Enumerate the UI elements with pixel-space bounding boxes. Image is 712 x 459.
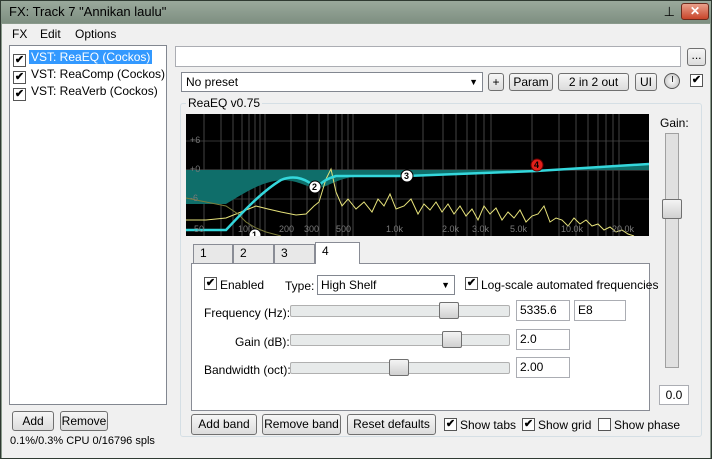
freq-label: 20.0k (612, 224, 635, 234)
bandwidth-field[interactable]: 2.00 (516, 357, 570, 378)
enabled-checkbox[interactable]: ✔ (204, 277, 217, 290)
frequency-slider-thumb[interactable] (439, 302, 459, 319)
type-label: Type: (285, 279, 315, 293)
add-fx-button[interactable]: Add (12, 411, 54, 431)
band-gain-slider-thumb[interactable] (442, 331, 462, 348)
bypass-checkbox[interactable]: ✔ (690, 74, 703, 87)
freq-label: 2.0k (442, 224, 460, 234)
add-preset-button[interactable]: + (488, 73, 504, 91)
show-grid-checkbox[interactable]: ✔ (522, 418, 535, 431)
freq-label: 50 (194, 224, 204, 234)
client-area: ✔ VST: ReaEQ (Cockos) ✔ VST: ReaComp (Cock… (2, 43, 710, 458)
tab-band-4[interactable]: 4 (315, 242, 360, 264)
menu-bar: FX Edit Options (2, 24, 710, 43)
freq-label: 3.0k (472, 224, 490, 234)
remove-fx-button[interactable]: Remove (60, 411, 108, 431)
title-bar[interactable]: FX: Track 7 "Annikan laulu" ⊥ ✕ (1, 1, 711, 23)
preset-value: No preset (186, 75, 239, 89)
show-grid-label: Show grid (538, 418, 592, 432)
eq-graph[interactable]: +6 +0 -6 50 100 200 300 500 1.0k 2.0k 3.… (186, 114, 649, 236)
fx-item-reaeq[interactable]: ✔ VST: ReaEQ (Cockos) (13, 49, 153, 67)
db-label: +6 (190, 135, 200, 145)
freq-label: 200 (279, 224, 294, 234)
menu-options[interactable]: Options (75, 27, 116, 41)
logscale-label: Log-scale automated frequencies (481, 278, 659, 292)
menu-edit[interactable]: Edit (40, 27, 61, 41)
band-marker-1[interactable]: 1 (248, 228, 262, 236)
pin-icon[interactable]: ⊥ (664, 4, 675, 20)
io-routing-button[interactable]: 2 in 2 out (558, 73, 629, 91)
remove-band-button[interactable]: Remove band (262, 414, 341, 435)
bandwidth-label: Bandwidth (oct): (204, 363, 291, 377)
chevron-down-icon: ▼ (469, 77, 478, 87)
gain-db-label: Gain (dB): (235, 335, 290, 349)
filter-type-dropdown[interactable]: High Shelf ▼ (317, 275, 455, 295)
band-marker-2[interactable]: 2 (308, 180, 322, 194)
gain-slider-thumb[interactable] (662, 199, 682, 219)
freq-label: 10.0k (561, 224, 584, 234)
frequency-label: Frequency (Hz): (204, 306, 291, 320)
close-button[interactable]: ✕ (681, 3, 709, 20)
fx-item-label: VST: ReaVerb (Cockos) (31, 84, 158, 98)
plugin-name: ReaEQ v0.75 (186, 96, 263, 110)
band-marker-label: 3 (404, 171, 409, 181)
show-phase-label: Show phase (614, 418, 681, 432)
show-tabs-label: Show tabs (460, 418, 517, 432)
fx-chain-list[interactable]: ✔ VST: ReaEQ (Cockos) ✔ VST: ReaComp (Cock… (9, 45, 167, 405)
fx-window: FX: Track 7 "Annikan laulu" ⊥ ✕ FX Edit … (0, 0, 712, 459)
param-button[interactable]: Param (509, 73, 553, 91)
band-marker-3[interactable]: 3 (400, 169, 414, 183)
db-label: -6 (190, 193, 198, 203)
tab-band-2[interactable]: 2 (233, 244, 274, 263)
band-marker-4[interactable]: 4 (530, 158, 544, 172)
fx-item-label: VST: ReaEQ (Cockos) (29, 50, 153, 64)
add-band-button[interactable]: Add band (191, 414, 257, 435)
logscale-checkbox[interactable]: ✔ (465, 277, 478, 290)
gain-slider[interactable] (665, 133, 679, 368)
frequency-slider[interactable] (290, 305, 510, 317)
band-marker-label: 2 (312, 182, 317, 192)
tab-band-1[interactable]: 1 (193, 244, 233, 263)
fx-enable-checkbox[interactable]: ✔ (13, 88, 26, 101)
ui-button[interactable]: UI (635, 73, 657, 91)
browse-button[interactable]: ... (687, 48, 706, 66)
band-gain-slider[interactable] (290, 334, 510, 346)
gain-value-field[interactable]: 0.0 (659, 385, 689, 405)
db-label: +0 (190, 164, 200, 174)
band-gain-field[interactable]: 2.0 (516, 329, 570, 350)
chevron-down-icon: ▼ (441, 280, 450, 290)
freq-label: 500 (336, 224, 351, 234)
freq-label: 1.0k (386, 224, 404, 234)
freq-label: 300 (304, 224, 319, 234)
tab-band-3[interactable]: 3 (274, 244, 315, 263)
enabled-label: Enabled (220, 278, 265, 292)
plugin-path-field[interactable] (175, 46, 681, 67)
fx-item-reacomp[interactable]: ✔ VST: ReaComp (Cockos) (13, 66, 167, 84)
window-title: FX: Track 7 "Annikan laulu" (9, 4, 167, 19)
reset-defaults-button[interactable]: Reset defaults (347, 414, 436, 435)
bandwidth-slider-thumb[interactable] (389, 359, 409, 376)
note-field[interactable]: E8 (574, 300, 626, 321)
gain-label: Gain: (660, 116, 689, 130)
band-marker-label: 1 (252, 230, 257, 236)
frequency-field[interactable]: 5335.6 (516, 300, 570, 321)
preset-dropdown[interactable]: No preset ▼ (181, 72, 483, 92)
filter-type-value: High Shelf (321, 278, 377, 292)
band-marker-label: 4 (534, 160, 539, 170)
cpu-status: 0.1%/0.3% CPU 0/16796 spls (10, 435, 155, 447)
wet-knob[interactable] (664, 73, 680, 89)
menu-fx[interactable]: FX (12, 27, 27, 41)
show-tabs-checkbox[interactable]: ✔ (444, 418, 457, 431)
freq-label: 5.0k (510, 224, 528, 234)
fx-item-reaverb[interactable]: ✔ VST: ReaVerb (Cockos) (13, 83, 160, 101)
show-phase-checkbox[interactable] (598, 418, 611, 431)
fx-item-label: VST: ReaComp (Cockos) (31, 67, 166, 81)
